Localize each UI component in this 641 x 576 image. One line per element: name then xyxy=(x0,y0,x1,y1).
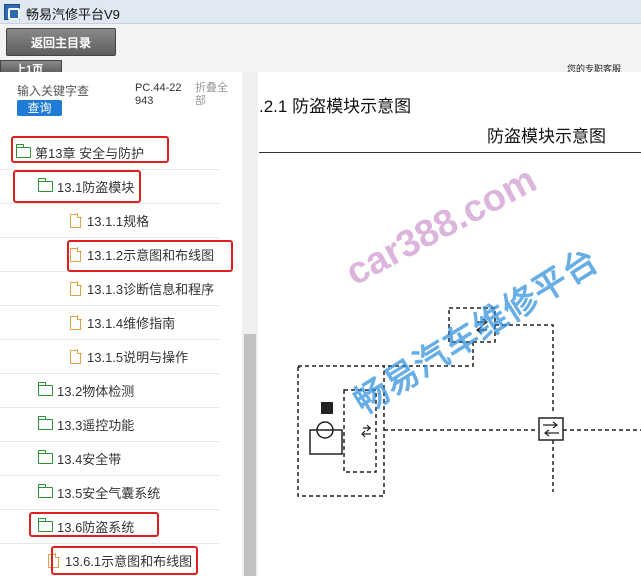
key-body xyxy=(309,429,343,455)
diagram-connector-right xyxy=(538,417,564,441)
highlight-box xyxy=(51,546,198,575)
tree-item-label: 13.1.1规格 xyxy=(87,214,150,229)
search-button[interactable]: 查询 xyxy=(17,100,62,116)
app-icon xyxy=(4,4,20,20)
document-icon xyxy=(70,281,82,296)
tree-item-label: 13.5安全气囊系统 xyxy=(57,486,161,501)
tree-item-label: 13.1.4维修指南 xyxy=(87,316,176,331)
folder-icon xyxy=(37,484,53,498)
document-icon xyxy=(70,349,82,364)
search-input[interactable]: 输入关键字查 xyxy=(17,82,89,99)
folder-icon xyxy=(37,450,53,464)
tree-item-label: 13.2物体检测 xyxy=(57,384,135,399)
tree-item-label: 13.1.5说明与操作 xyxy=(87,350,189,365)
tree-item-13-1-1[interactable]: 13.1.1规格 xyxy=(0,204,220,238)
title-bar: 畅易汽修平台V9 xyxy=(0,0,641,24)
highlight-box xyxy=(11,136,169,163)
tree-item-13-3[interactable]: 13.3遥控功能 xyxy=(0,408,220,442)
toc-scrollbar[interactable] xyxy=(242,72,258,576)
tree-item-13-4[interactable]: 13.4安全带 xyxy=(0,442,220,476)
tree-item-label: 13.4安全带 xyxy=(57,452,122,467)
tree-item-13-2[interactable]: 13.2物体检测 xyxy=(0,374,220,408)
lock-symbol xyxy=(321,402,333,414)
toc-panel: 输入关键字查 查询 PC.44-22943 折叠全部 第13章 安全与防护 13… xyxy=(0,72,258,576)
highlight-box xyxy=(67,240,233,272)
tree-item-13-1-5[interactable]: 13.1.5说明与操作 xyxy=(0,340,220,374)
tree-item-13-1-3[interactable]: 13.1.3诊断信息和程序 xyxy=(0,272,220,306)
highlight-box xyxy=(13,170,141,203)
document-viewer: .2.1 防盗模块示意图 防盗模块示意图 car388.com 畅易汽车维修平台 xyxy=(259,72,641,576)
document-code: PC.44-22943 xyxy=(135,82,182,107)
highlight-box xyxy=(29,512,159,537)
tree-item-label: 13.1.3诊断信息和程序 xyxy=(87,282,215,297)
tree-item-13-5[interactable]: 13.5安全气囊系统 xyxy=(0,476,220,510)
document-icon xyxy=(70,315,82,330)
tree-item-13-1-4[interactable]: 13.1.4维修指南 xyxy=(0,306,220,340)
folder-icon xyxy=(37,382,53,396)
back-to-main-button[interactable]: 返回主目录 xyxy=(6,28,116,56)
collapse-all-button[interactable]: 折叠全部 xyxy=(195,82,235,108)
folder-icon xyxy=(37,416,53,430)
scrollbar-thumb[interactable] xyxy=(244,334,256,576)
connector-symbol xyxy=(361,424,371,438)
tree-item-label: 13.3遥控功能 xyxy=(57,418,135,433)
window-title: 畅易汽修平台V9 xyxy=(26,7,120,22)
toolbar: 返回主目录 上1页 您的专职客服 xyxy=(0,24,641,74)
document-icon xyxy=(70,213,82,228)
search-area: 输入关键字查 查询 PC.44-22943 折叠全部 xyxy=(0,72,242,126)
